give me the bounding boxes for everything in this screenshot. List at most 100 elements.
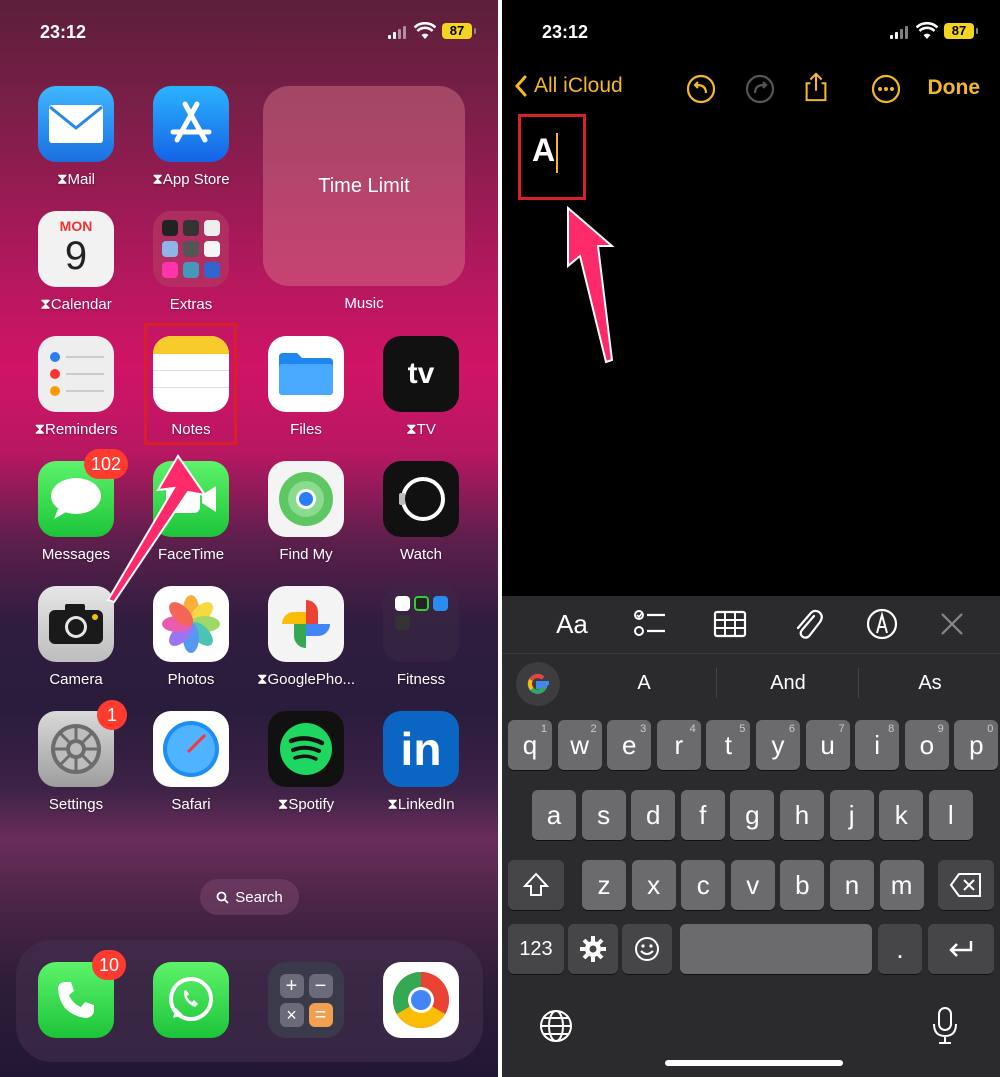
key-k[interactable]: k (879, 790, 924, 840)
status-bar: 23:12 87 (502, 18, 1000, 46)
key-label: z (597, 869, 611, 900)
key-b[interactable]: b (780, 860, 825, 910)
google-g-icon[interactable] (516, 662, 560, 706)
settings-key[interactable] (568, 924, 618, 974)
suggestion-1[interactable]: A (584, 672, 704, 695)
key-t[interactable]: t5 (706, 720, 751, 770)
calendar-date: 9 (64, 234, 88, 278)
mail-app[interactable]: ⧗Mail (26, 86, 126, 188)
paperclip-icon[interactable] (790, 606, 826, 642)
watch-label: Watch (400, 546, 442, 563)
settings-label: Settings (48, 796, 104, 813)
battery-icon: 87 (944, 23, 978, 39)
key-z[interactable]: z (582, 860, 626, 910)
return-key[interactable] (928, 924, 994, 974)
key-i[interactable]: i8 (855, 720, 900, 770)
key-c[interactable]: c (681, 860, 726, 910)
reminders-app[interactable]: ⧗Reminders (26, 336, 126, 438)
numbers-key[interactable]: 123 (508, 924, 564, 974)
time-limit-widget[interactable]: Time Limit (263, 86, 465, 286)
key-n[interactable]: n (830, 860, 874, 910)
google-photos-icon (268, 586, 344, 662)
chrome-app[interactable] (371, 962, 471, 1038)
key-o[interactable]: o9 (904, 720, 949, 770)
google-photos-app[interactable]: ⧗GooglePho... (256, 586, 356, 688)
key-q[interactable]: q1 (508, 720, 552, 770)
whatsapp-icon (153, 962, 229, 1038)
key-label: v (746, 869, 760, 900)
key-j[interactable]: j (829, 790, 874, 840)
extras-label: Extras (169, 296, 213, 313)
key-number-hint: 4 (689, 723, 696, 735)
key-p[interactable]: p0 (954, 720, 999, 770)
tv-icon-text: tv (407, 357, 435, 390)
linkedin-icon-text: in (400, 723, 442, 775)
period-key[interactable]: . (878, 924, 922, 974)
key-number-hint: 5 (739, 723, 746, 735)
spotify-app[interactable]: ⧗Spotify (256, 711, 356, 813)
suggestion-3[interactable]: As (870, 672, 990, 695)
key-u[interactable]: u7 (805, 720, 850, 770)
pointer-arrow-icon (106, 454, 208, 604)
chrome-icon (383, 962, 459, 1038)
key-h[interactable]: h (780, 790, 824, 840)
tv-label: TV (416, 421, 436, 438)
fitness-folder-icon (383, 586, 459, 662)
globe-icon[interactable] (538, 1008, 574, 1044)
files-app[interactable]: Files (256, 336, 356, 438)
key-g[interactable]: g (730, 790, 775, 840)
done-button[interactable]: Done (928, 76, 981, 100)
undo-icon[interactable] (686, 74, 716, 104)
format-toolbar: Aa (502, 596, 1000, 654)
extras-folder[interactable]: Extras (141, 211, 241, 313)
calendar-label: Calendar (50, 296, 112, 313)
redo-icon[interactable] (745, 74, 775, 104)
music-label: Music (344, 295, 384, 312)
space-key[interactable] (680, 924, 872, 974)
home-search-pill[interactable]: Search (200, 879, 299, 915)
app-store-app[interactable]: ⧗App Store (141, 86, 241, 188)
shift-key[interactable] (508, 860, 564, 910)
more-options-icon[interactable] (871, 74, 901, 104)
backspace-key[interactable] (938, 860, 994, 910)
key-d[interactable]: d (631, 790, 676, 840)
calculator-icon: + − × = (268, 962, 344, 1038)
tv-app[interactable]: tv ⧗TV (371, 336, 471, 438)
key-e[interactable]: e3 (607, 720, 652, 770)
key-w[interactable]: w2 (557, 720, 602, 770)
key-y[interactable]: y6 (756, 720, 800, 770)
suggestion-2[interactable]: And (728, 672, 848, 695)
emoji-key[interactable] (622, 924, 672, 974)
safari-app[interactable]: Safari (141, 711, 241, 813)
share-icon[interactable] (801, 72, 831, 102)
key-m[interactable]: m (879, 860, 924, 910)
key-label: i (874, 729, 881, 760)
key-a[interactable]: a (532, 790, 576, 840)
microphone-icon[interactable] (930, 1006, 960, 1046)
key-r[interactable]: r4 (656, 720, 701, 770)
emoji-icon (635, 937, 659, 961)
table-icon[interactable] (712, 606, 748, 642)
key-l[interactable]: l (928, 790, 973, 840)
google-photos-label: GooglePho... (267, 671, 356, 688)
whatsapp-app[interactable] (141, 962, 241, 1038)
find-my-app[interactable]: Find My (256, 461, 356, 563)
back-button[interactable]: All iCloud (514, 74, 623, 98)
checklist-icon[interactable] (632, 606, 668, 642)
format-text-button[interactable]: Aa (550, 606, 594, 642)
key-v[interactable]: v (730, 860, 775, 910)
find-my-icon (268, 461, 344, 537)
key-x[interactable]: x (631, 860, 676, 910)
key-s[interactable]: s (581, 790, 626, 840)
close-icon[interactable] (936, 606, 968, 642)
files-icon (268, 336, 344, 412)
hourglass-icon: ⧗ (256, 671, 268, 688)
calculator-app[interactable]: + − × = (256, 962, 356, 1038)
fitness-folder[interactable]: Fitness (371, 586, 471, 688)
key-label: o (919, 729, 935, 760)
markup-pen-icon[interactable] (864, 606, 900, 642)
linkedin-app[interactable]: in ⧗LinkedIn (371, 711, 471, 813)
key-f[interactable]: f (680, 790, 725, 840)
calendar-app[interactable]: MON 9 ⧗Calendar (26, 211, 126, 313)
watch-app[interactable]: Watch (371, 461, 471, 563)
